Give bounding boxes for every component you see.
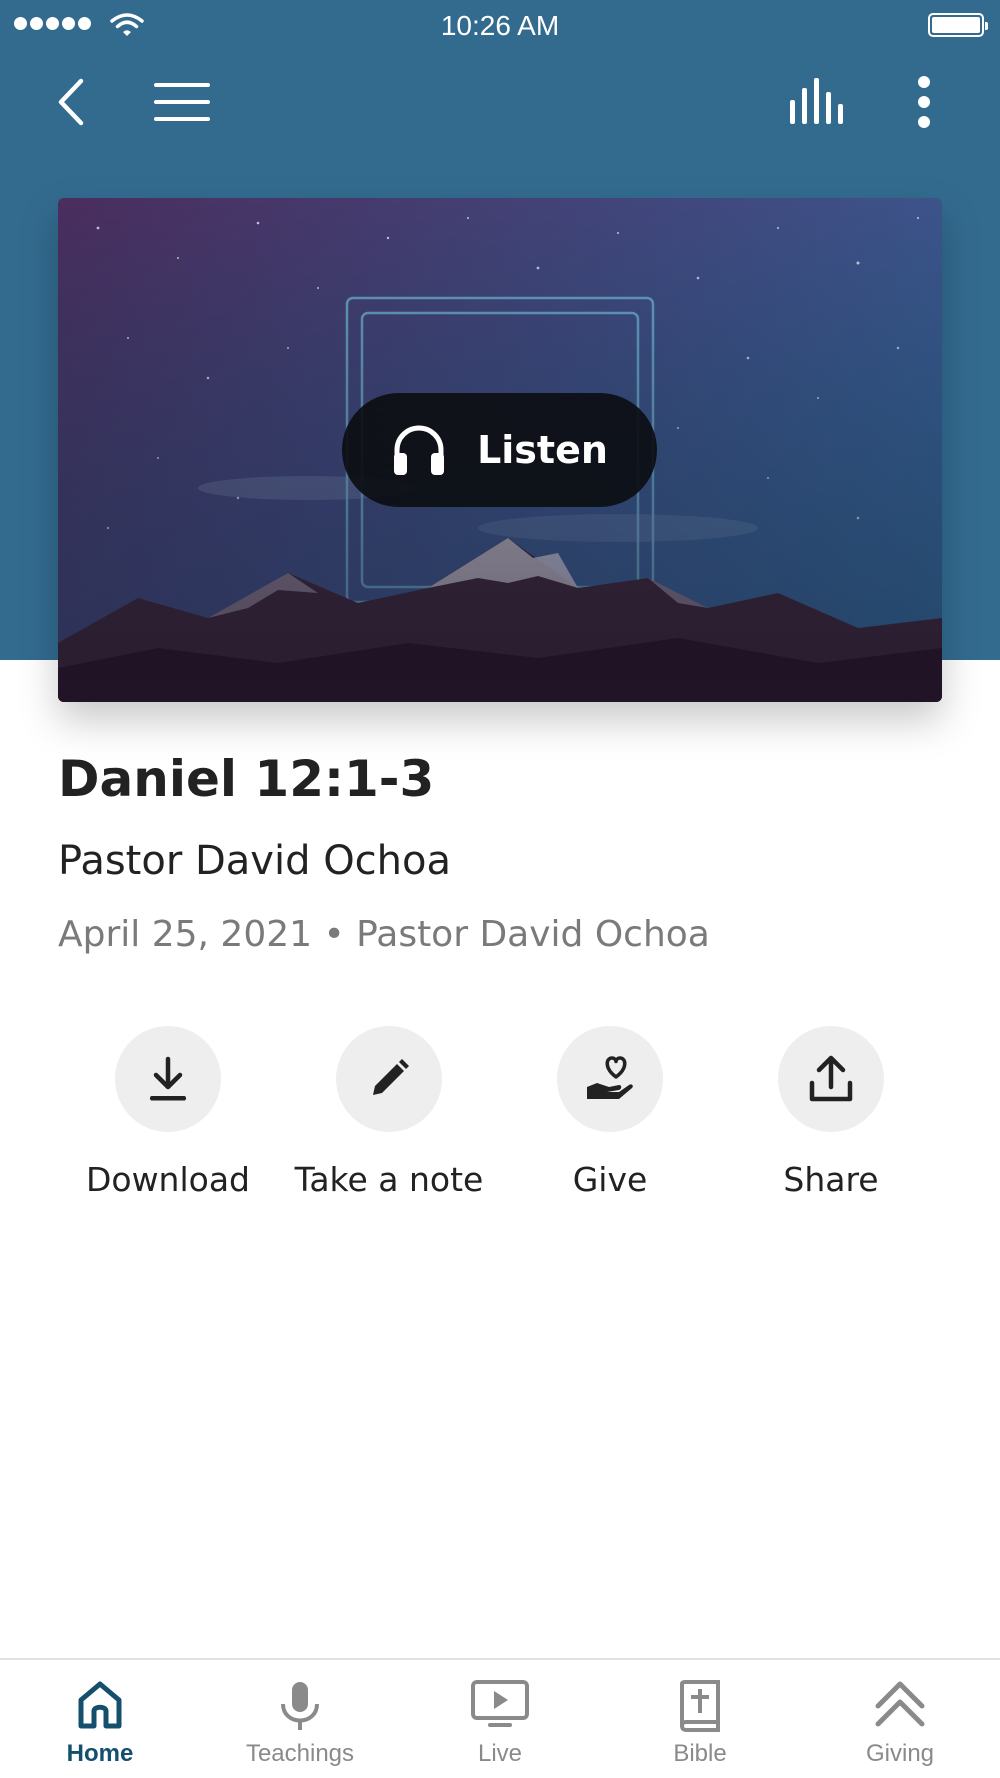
tab-teachings[interactable]: Teachings [200, 1660, 400, 1778]
home-icon [78, 1681, 122, 1729]
give-label: Give [572, 1160, 648, 1199]
download-icon [150, 1056, 186, 1101]
pencil-icon [373, 1059, 409, 1095]
share-button[interactable]: Share [721, 1026, 941, 1199]
tab-teachings-label: Teachings [245, 1740, 355, 1767]
tab-bible-label: Bible [673, 1740, 727, 1767]
tab-live-label: Live [477, 1740, 523, 1767]
share-icon [809, 1055, 853, 1102]
listen-label: Listen [477, 428, 608, 472]
tv-play-icon [471, 1680, 529, 1727]
take-note-label: Take a note [294, 1160, 484, 1199]
tab-giving[interactable]: Giving [800, 1660, 1000, 1778]
sermon-date-speaker: April 25, 2021 • Pastor David Ochoa [58, 914, 710, 955]
sermon-artwork: Listen [58, 198, 942, 702]
tab-live[interactable]: Live [400, 1660, 600, 1778]
download-label: Download [85, 1160, 251, 1199]
share-label: Share [783, 1160, 879, 1199]
hamburger-menu-icon[interactable] [154, 83, 210, 121]
more-vertical-icon[interactable] [914, 76, 934, 128]
bible-icon [680, 1680, 720, 1732]
tab-home[interactable]: Home [0, 1660, 200, 1778]
bottom-tab-bar: Home Teachings Live Bible Giving [0, 1658, 1000, 1778]
microphone-icon [281, 1682, 319, 1730]
status-time: 10:26 AM [440, 10, 560, 41]
battery-icon [928, 13, 988, 37]
tab-home-label: Home [66, 1740, 134, 1767]
double-chevron-up-icon [875, 1681, 925, 1727]
give-button[interactable]: Give [500, 1026, 720, 1199]
tab-giving-label: Giving [865, 1740, 935, 1767]
download-button[interactable]: Download [58, 1026, 278, 1199]
take-note-button[interactable]: Take a note [279, 1026, 499, 1199]
sermon-speaker: Pastor David Ochoa [58, 838, 452, 884]
listen-button[interactable]: Listen [342, 393, 657, 507]
headphones-icon [394, 425, 445, 475]
sermon-title: Daniel 12:1-3 [58, 750, 435, 808]
heart-hand-icon [587, 1056, 633, 1099]
status-bar: 10:26 AM [0, 0, 1000, 50]
tab-bible[interactable]: Bible [600, 1660, 800, 1778]
equalizer-icon[interactable] [788, 78, 846, 124]
chevron-left-icon[interactable] [56, 78, 86, 126]
